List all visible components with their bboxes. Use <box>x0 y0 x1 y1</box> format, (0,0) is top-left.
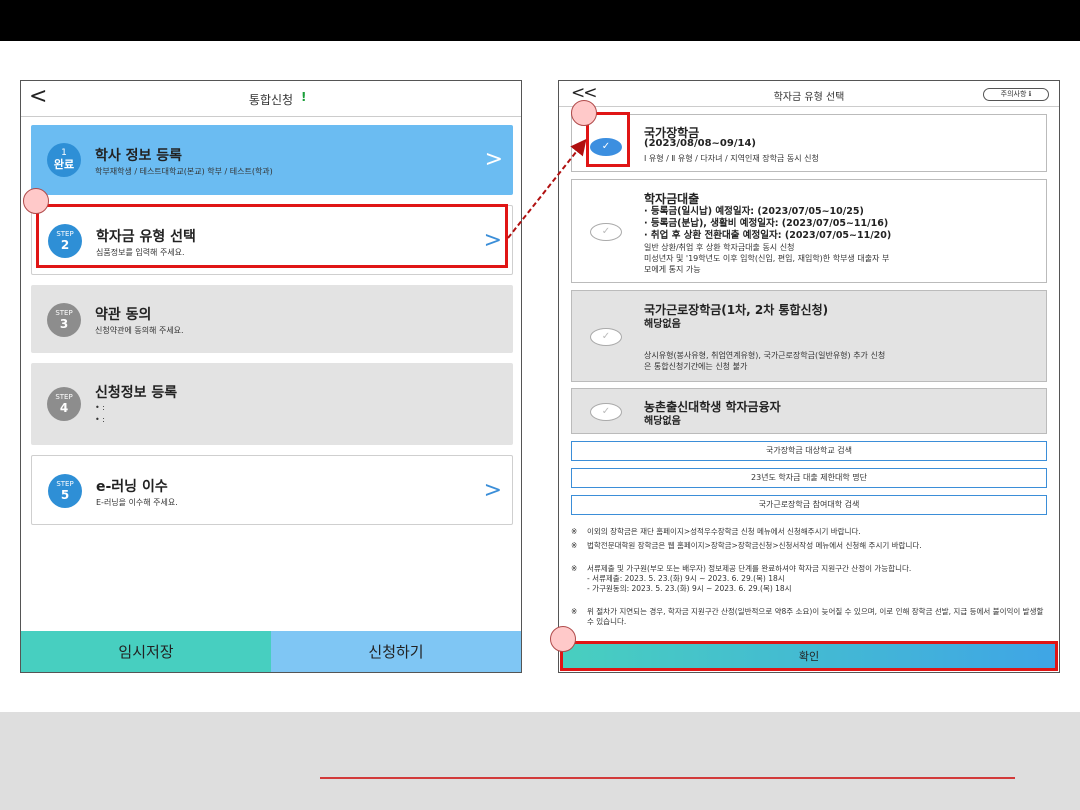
option-description: 일반 상환/취업 후 상환 학자금대출 동시 신청 <box>644 243 795 252</box>
option-description: 미성년자 및 '19학년도 이후 입학(신입, 편입, 재입학)한 학부생 대출… <box>644 254 890 263</box>
notice-text: ※ 법학전문대학원 장학금은 웹 홈페이지>장학금>장학금신청>신청서작성 메뉴… <box>571 541 922 550</box>
check-icon[interactable]: ✓ <box>590 328 622 346</box>
integrated-application-screen: < 통합신청 ! 1 완료 학사 정보 등록 학부재학생 / 테스트대학교(본교… <box>20 80 522 673</box>
search-scholarship-schools-button[interactable]: 국가장학금 대상학교 검색 <box>571 441 1047 461</box>
step-e-learning[interactable]: STEP 5 e-러닝 이수 E-러닝을 이수해 주세요. > <box>31 455 513 525</box>
search-work-study-univ-button[interactable]: 국가근로장학금 참여대학 검색 <box>571 495 1047 515</box>
option-rural-student-loan[interactable]: ✓ 농촌출신대학생 학자금융자 해당없음 <box>571 388 1047 434</box>
bottom-band <box>0 712 1080 810</box>
annotation-marker <box>550 626 576 652</box>
step-title: e-러닝 이수 <box>96 479 168 495</box>
highlight-box-confirm <box>560 641 1058 671</box>
option-period: (2023/08/08~09/14) <box>644 138 756 149</box>
page-title: 통합신청 <box>248 93 294 107</box>
alert-icon: ! <box>301 90 307 104</box>
left-footer: 임시저장 신청하기 <box>21 631 521 672</box>
notice-text: ※ 이외의 장학금은 재단 홈페이지>성적우수장학금 신청 메뉴에서 신청해주시… <box>571 527 861 536</box>
chevron-right-icon: > <box>484 147 503 172</box>
option-description: 은 통합신청기간에는 신청 불가 <box>644 362 748 371</box>
chevron-right-icon: > <box>483 478 502 503</box>
step-title: 학사 정보 등록 <box>95 148 183 164</box>
step-title: 신청정보 등록 <box>95 385 178 401</box>
step-subtitle: • : <box>95 415 105 424</box>
option-status: 해당없음 <box>644 416 681 427</box>
highlight-box-step2 <box>36 204 508 268</box>
option-national-scholarship[interactable]: ✓ 국가장학금 (2023/08/08~09/14) Ⅰ 유형 / Ⅱ 유형 /… <box>571 114 1047 172</box>
step-subtitle: • : <box>95 403 105 412</box>
step-application-info[interactable]: STEP 4 신청정보 등록 • : • : <box>31 363 513 445</box>
temporary-save-button[interactable]: 임시저장 <box>21 631 271 672</box>
option-work-study[interactable]: ✓ 국가근로장학금(1차, 2차 통합신청) 해당없음 상시유형(봉사유형, 취… <box>571 290 1047 382</box>
step-badge: STEP 5 <box>48 474 82 508</box>
notice-text: ※ 위 절차가 지연되는 경우, 학자금 지원구간 산정(일반적으로 약8주 소… <box>571 607 1044 626</box>
annotation-marker <box>23 188 49 214</box>
step-badge: 1 완료 <box>47 143 81 177</box>
apply-button[interactable]: 신청하기 <box>271 631 521 672</box>
step-badge: STEP 3 <box>47 303 81 337</box>
right-header: << 학자금 유형 선택 주의사항 ℹ <box>559 81 1059 107</box>
bottom-divider <box>320 777 1015 779</box>
option-description: 상시유형(봉사유형, 취업연계유형), 국가근로장학금(일반유형) 추가 신청 <box>644 351 886 360</box>
top-black-bar <box>0 0 1080 41</box>
check-icon[interactable]: ✓ <box>590 403 622 421</box>
step-academic-info[interactable]: 1 완료 학사 정보 등록 학부재학생 / 테스트대학교(본교) 학부 / 테스… <box>31 125 513 195</box>
step-subtitle: 학부재학생 / 테스트대학교(본교) 학부 / 테스트(학과) <box>95 167 273 176</box>
left-header: < 통합신청 ! <box>21 81 521 117</box>
option-description: 모에게 통지 가능 <box>644 265 701 274</box>
loan-restricted-univ-list-button[interactable]: 23년도 학자금 대출 제한대학 명단 <box>571 468 1047 488</box>
notice-text: ※ 서류제출 및 가구원(부모 또는 배우자) 정보제공 단계를 완료하셔야 학… <box>571 564 912 593</box>
option-status: 해당없음 <box>644 319 681 330</box>
option-student-loan[interactable]: ✓ 학자금대출 · 등록금(일시납) 예정일자: (2023/07/05~10/… <box>571 179 1047 283</box>
notice-button[interactable]: 주의사항 ℹ <box>983 88 1049 101</box>
step-badge: STEP 4 <box>47 387 81 421</box>
annotation-marker <box>571 100 597 126</box>
option-date: · 취업 후 상환 전환대출 예정일자: (2023/07/05~11/20) <box>644 230 892 241</box>
step-terms-agreement[interactable]: STEP 3 약관 동의 신청약관에 동의해 주세요. <box>31 285 513 353</box>
step-subtitle: 신청약관에 동의해 주세요. <box>95 326 184 335</box>
step-title: 약관 동의 <box>95 307 152 323</box>
step-subtitle: E-러닝을 이수해 주세요. <box>96 498 178 507</box>
check-icon[interactable]: ✓ <box>590 223 622 241</box>
scholarship-type-screen: << 학자금 유형 선택 주의사항 ℹ ✓ 국가장학금 (2023/08/08~… <box>558 80 1060 673</box>
option-description: Ⅰ 유형 / Ⅱ 유형 / 다자녀 / 지역인재 장학금 동시 신청 <box>644 154 819 163</box>
